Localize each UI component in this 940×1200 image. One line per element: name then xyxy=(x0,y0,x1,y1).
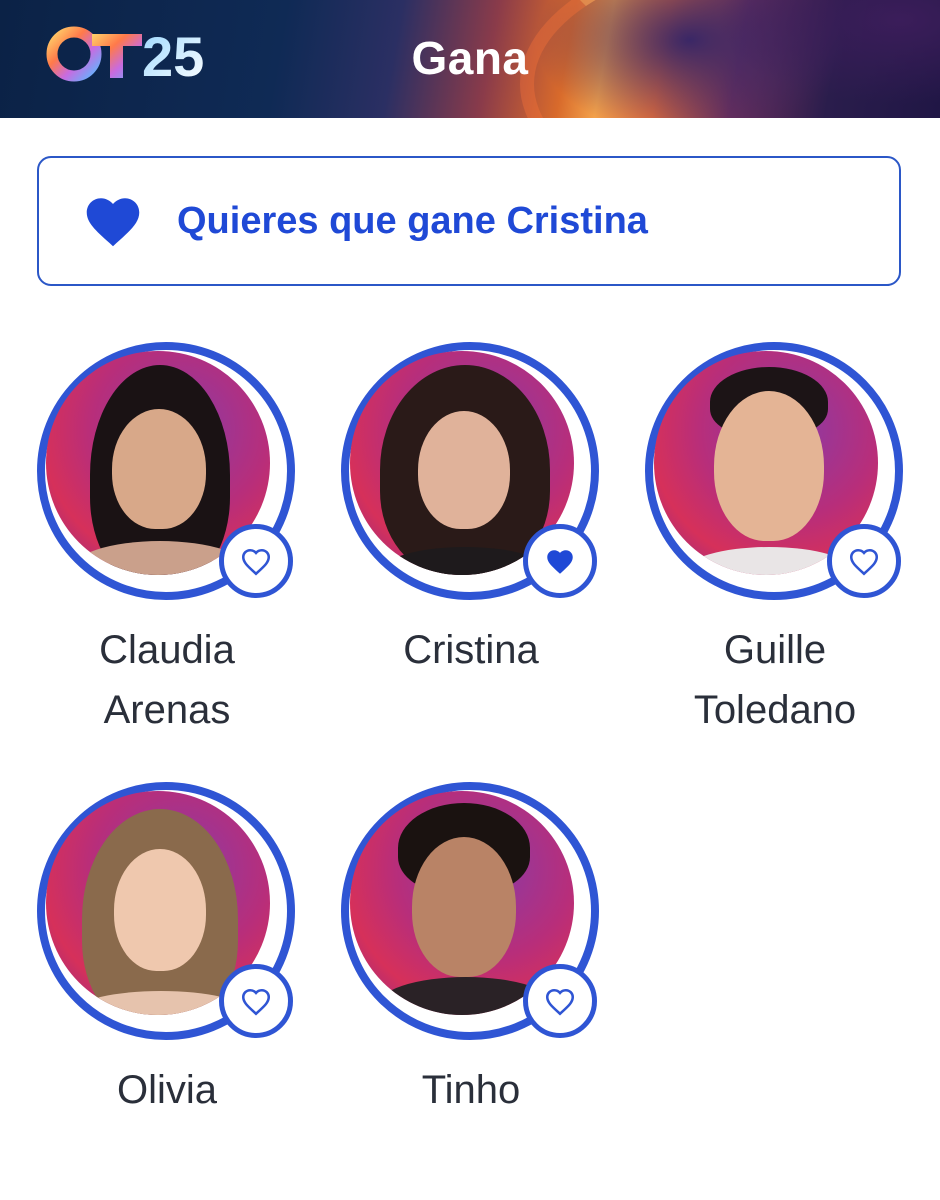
favorite-button[interactable] xyxy=(523,524,597,598)
vote-status-text: Quieres que gane Cristina xyxy=(177,200,648,242)
heart-filled-icon xyxy=(86,198,140,247)
contestant-name: Claudia Arenas xyxy=(99,628,235,732)
favorite-button[interactable] xyxy=(523,964,597,1038)
favorite-button[interactable] xyxy=(219,524,293,598)
contestant-name: Guille Toledano xyxy=(693,628,857,732)
contestant-name: Olivia xyxy=(116,1068,218,1112)
favorite-button[interactable] xyxy=(219,964,293,1038)
page-title: Gana xyxy=(411,32,529,84)
heart-filled-icon xyxy=(547,550,573,574)
vote-status-banner: Quieres que gane Cristina xyxy=(37,156,901,286)
heart-outline-icon xyxy=(849,548,879,576)
heart-outline-icon xyxy=(241,988,271,1016)
favorite-button[interactable] xyxy=(827,524,901,598)
heart-outline-icon xyxy=(241,548,271,576)
heart-outline-icon xyxy=(545,988,575,1016)
app-header: 25 Gana xyxy=(0,0,940,118)
contestant-name: Tinho xyxy=(421,1068,521,1112)
contestant-name: Cristina xyxy=(403,628,539,672)
